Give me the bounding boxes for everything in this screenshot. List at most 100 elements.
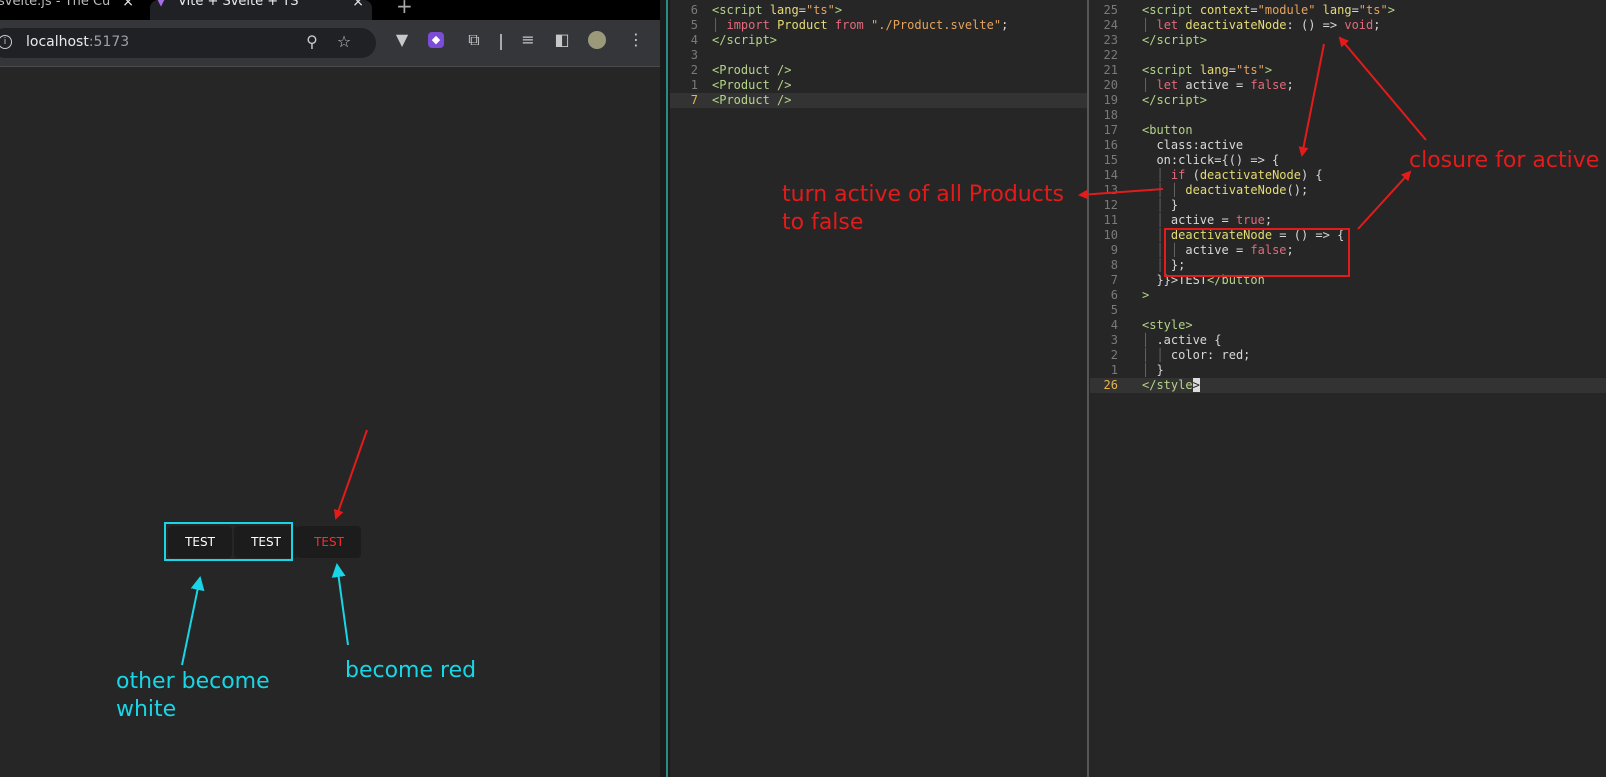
tab-title: Vite + Svelte + TS: [178, 0, 299, 9]
code-text: on:click={() => {: [1142, 153, 1280, 167]
code-text: │ let deactivateNode: () => void;: [1142, 18, 1381, 32]
line-number: 2: [1110, 348, 1118, 362]
code-line[interactable]: 20 │ let active = false;: [1090, 78, 1606, 93]
line-number: 22: [1103, 48, 1118, 62]
line-number: 21: [1103, 63, 1118, 77]
code-line[interactable]: 2 <Product />: [670, 63, 1088, 78]
code-line[interactable]: 24 │ let deactivateNode: () => void;: [1090, 18, 1606, 33]
vite-favicon-icon: ▼: [156, 0, 166, 9]
code-text: │ import Product from "./Product.svelte"…: [712, 18, 1009, 32]
line-number: 3: [690, 48, 698, 62]
code-text: </style>: [1142, 378, 1200, 392]
line-number: 5: [690, 18, 698, 32]
code-text: │ .active {: [1142, 333, 1222, 347]
code-line[interactable]: 5: [1090, 303, 1606, 318]
window-divider[interactable]: [660, 0, 670, 777]
toolbar-divider: [500, 34, 502, 50]
code-line[interactable]: 17 <button: [1090, 123, 1606, 138]
line-number: 2: [690, 63, 698, 77]
line-number: 20: [1103, 78, 1118, 92]
line-number: 6: [1110, 288, 1118, 302]
code-line[interactable]: 7 <Product />: [670, 93, 1088, 108]
line-number: 5: [1110, 303, 1118, 317]
code-line[interactable]: 4 </script>: [670, 33, 1088, 48]
code-text: <Product />: [712, 63, 792, 77]
code-line[interactable]: 4 <style>: [1090, 318, 1606, 333]
close-tab-icon[interactable]: ×: [122, 0, 134, 9]
line-number: 17: [1103, 123, 1118, 137]
code-text: <Product />: [712, 93, 792, 107]
code-line[interactable]: 25 <script context="module" lang="ts">: [1090, 3, 1606, 18]
pane-separator[interactable]: [1087, 0, 1089, 777]
bookmark-star-icon[interactable]: ☆: [334, 32, 354, 52]
code-line[interactable]: 3: [670, 48, 1088, 63]
code-text: >: [1142, 288, 1150, 302]
line-number: 6: [690, 3, 698, 17]
code-text: <script lang="ts">: [712, 3, 843, 17]
line-number: 7: [690, 93, 698, 107]
code-line[interactable]: 6 >: [1090, 288, 1606, 303]
new-tab-button[interactable]: +: [396, 0, 413, 18]
line-number: 1: [1110, 363, 1118, 377]
code-text: <script lang="ts">: [1142, 63, 1273, 77]
code-text: class:active: [1142, 138, 1244, 152]
profile-avatar[interactable]: [588, 31, 606, 49]
browser-window: svelte.js - The Cu × ▼ Vite + Svelte + T…: [0, 0, 660, 777]
line-number: 9: [1110, 243, 1118, 257]
code-line[interactable]: 1 <Product />: [670, 78, 1088, 93]
code-line[interactable]: 3 │ .active {: [1090, 333, 1606, 348]
code-line[interactable]: 6 <script lang="ts">: [670, 3, 1088, 18]
code-line[interactable]: 13 │ │ deactivateNode();: [1090, 183, 1606, 198]
code-line[interactable]: 18: [1090, 108, 1606, 123]
line-number: 8: [1110, 258, 1118, 272]
tab-active[interactable]: ▼ Vite + Svelte + TS ×: [150, 0, 372, 20]
code-line[interactable]: 26 </style>: [1090, 378, 1606, 393]
note-turn-active: turn active of all Products to false: [782, 182, 1064, 235]
line-number: 14: [1103, 168, 1118, 182]
test-button-3-active[interactable]: TEST: [297, 526, 361, 558]
puzzle-icon[interactable]: ⧉: [464, 30, 484, 50]
line-number: 7: [1110, 273, 1118, 287]
code-line[interactable]: 5 │ import Product from "./Product.svelte…: [670, 18, 1088, 33]
note-other-white: other become white: [116, 669, 270, 722]
address-bar[interactable]: i localhost:5173 ⚲ ☆: [0, 28, 376, 58]
code-line[interactable]: 1 │ }: [1090, 363, 1606, 378]
line-number: 19: [1103, 93, 1118, 107]
browser-toolbar: i localhost:5173 ⚲ ☆ ▼ ◆ ⧉ ≡ ◧ ⋮: [0, 20, 660, 66]
line-number: 1: [690, 78, 698, 92]
highlight-box-cyan: [164, 522, 293, 561]
vue-extension-icon[interactable]: ▼: [392, 30, 412, 50]
site-info-icon[interactable]: i: [0, 35, 12, 49]
extension-icon[interactable]: ◆: [428, 32, 444, 48]
tab-inactive[interactable]: svelte.js - The Cu ×: [0, 0, 142, 20]
tab-bar: svelte.js - The Cu × ▼ Vite + Svelte + T…: [0, 0, 660, 20]
tab-title: svelte.js - The Cu: [0, 0, 111, 9]
code-text: </script>: [1142, 33, 1208, 47]
code-text: │ │ color: red;: [1142, 348, 1251, 362]
zoom-icon[interactable]: ⚲: [302, 32, 322, 52]
code-line[interactable]: 11 │ active = true;: [1090, 213, 1606, 228]
toolbar-border: [0, 66, 660, 67]
line-number: 24: [1103, 18, 1118, 32]
code-line[interactable]: 21 <script lang="ts">: [1090, 63, 1606, 78]
menu-kebab-icon[interactable]: ⋮: [626, 30, 646, 50]
url-text: localhost:5173: [26, 34, 130, 50]
note-closure: closure for active: [1409, 148, 1600, 173]
code-line[interactable]: 23 </script>: [1090, 33, 1606, 48]
line-number: 12: [1103, 198, 1118, 212]
code-line[interactable]: 2 │ │ color: red;: [1090, 348, 1606, 363]
code-line[interactable]: 19 </script>: [1090, 93, 1606, 108]
code-line[interactable]: 22: [1090, 48, 1606, 63]
line-number: 23: [1103, 33, 1118, 47]
close-tab-icon[interactable]: ×: [352, 0, 364, 9]
side-panel-icon[interactable]: ◧: [552, 30, 572, 50]
code-line[interactable]: 12 │ }: [1090, 198, 1606, 213]
line-number: 25: [1103, 3, 1118, 17]
media-queue-icon[interactable]: ≡: [518, 30, 538, 50]
editor-pane-product[interactable]: 25 <script context="module" lang="ts"> 24 │…: [1090, 0, 1606, 777]
editor-pane-app[interactable]: 6 <script lang="ts"> 5 │ import Product fro…: [670, 0, 1088, 777]
code-text: <Product />: [712, 78, 792, 92]
code-text: │ }: [1156, 198, 1179, 212]
code-text: </script>: [712, 33, 778, 47]
line-number: 16: [1103, 138, 1118, 152]
